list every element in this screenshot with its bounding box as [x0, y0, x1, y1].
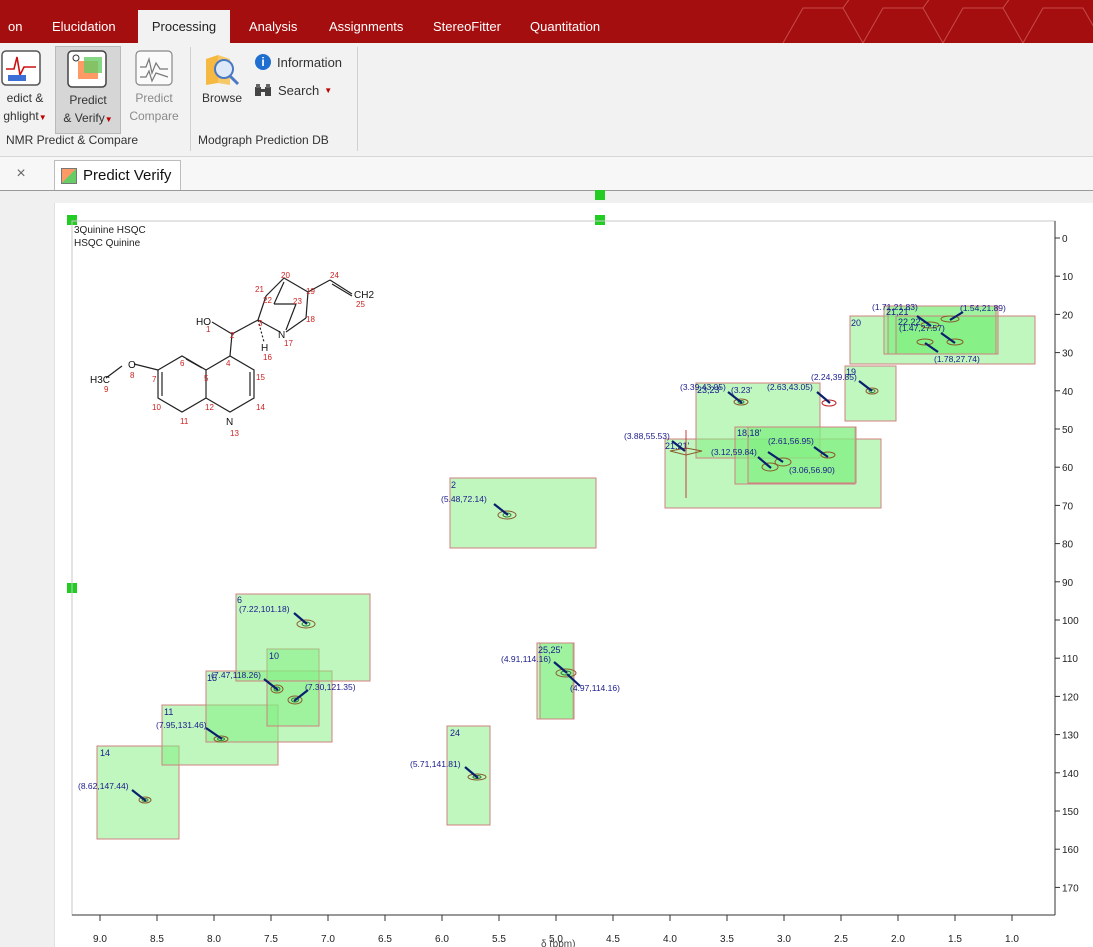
atom-number: 19: [306, 287, 315, 296]
atom-number: 18: [306, 315, 315, 324]
peak-label: (3.23': [731, 385, 752, 395]
peak-label: (3.39,43.05): [680, 382, 726, 392]
peak-label: (2.24,39.85): [811, 372, 857, 382]
box-label: 10: [269, 651, 279, 661]
x-tick-label: 3.5: [720, 934, 734, 945]
atom-number: 12: [205, 403, 214, 412]
peak-label: (7.47,118.26): [211, 670, 261, 680]
y-axis-ticks: 0 10 20 30 40 50 60 70 80 90 100 110 120 130 140 150 160…: [1055, 234, 1079, 894]
x-tick-label: 4.5: [606, 934, 620, 945]
x-tick-label: 7.5: [264, 934, 278, 945]
y-tick-label: 70: [1062, 501, 1074, 512]
peak-label: (1.71,21.83): [872, 302, 918, 312]
y-tick-label: 100: [1062, 616, 1079, 627]
x-axis-label: δ (ppm): [541, 939, 575, 947]
y-tick-label: 140: [1062, 769, 1079, 780]
y-tick-label: 30: [1062, 349, 1074, 360]
atom-number: 23: [293, 297, 302, 306]
x-tick-label: 8.0: [207, 934, 221, 945]
peak-label: (7.95,131.46): [156, 720, 207, 730]
atom-number: 25: [356, 300, 365, 309]
quinine-structure: [105, 277, 353, 413]
peak-label: (1.78,27.74): [934, 354, 980, 364]
peak-label: (7.30,121.35): [305, 682, 356, 692]
atom-number: 6: [180, 359, 185, 368]
atom-number: 24: [330, 271, 339, 280]
y-tick-label: 0: [1062, 234, 1068, 245]
x-tick-label: 4.0: [663, 934, 677, 945]
spectrum-title-2: HSQC Quinine: [74, 238, 141, 249]
atom-number: 1: [206, 325, 211, 334]
x-tick-label: 3.0: [777, 934, 791, 945]
y-tick-label: 60: [1062, 463, 1074, 474]
spectrum-title-1: 3Quinine HSQC: [74, 225, 146, 236]
x-tick-label: 2.5: [834, 934, 848, 945]
box-label: 14: [100, 748, 110, 758]
x-tick-label: 6.5: [378, 934, 392, 945]
box-label: 24: [450, 728, 460, 738]
atom-o-methoxy: O: [128, 360, 136, 371]
atom-number: 4: [226, 359, 231, 368]
atom-number: 9: [104, 385, 109, 394]
box-label: 18,18': [737, 428, 762, 438]
atom-number: 21: [255, 285, 264, 294]
atom-number: 20: [281, 271, 290, 280]
atom-number: 22: [263, 296, 272, 305]
y-tick-label: 40: [1062, 387, 1074, 398]
atom-number: 7: [152, 375, 157, 384]
peak-label: (1.47,27.57): [899, 323, 945, 333]
atom-number: 3: [258, 319, 263, 328]
y-tick-label: 110: [1062, 654, 1078, 665]
y-tick-label: 50: [1062, 425, 1074, 436]
peak-label: (4.97,114.16): [570, 683, 620, 693]
peak-label: (3.88,55.53): [624, 431, 670, 441]
atom-number: 14: [256, 403, 265, 412]
assignment-box[interactable]: [449, 477, 597, 549]
assignment-boxes: [96, 305, 1036, 840]
x-tick-label: 2.0: [891, 934, 905, 945]
x-tick-label: 9.0: [93, 934, 107, 945]
peak-label: (4.91,114.16): [501, 654, 551, 664]
y-tick-label: 10: [1062, 272, 1074, 283]
y-tick-label: 120: [1062, 692, 1079, 703]
peak-label: (3.12,59.84): [711, 447, 757, 457]
y-tick-label: 20: [1062, 310, 1074, 321]
box-label: 11: [164, 707, 173, 717]
atom-number: 5: [204, 374, 209, 383]
box-label: 2: [451, 480, 456, 490]
box-label: 20: [851, 318, 861, 328]
peak-label: (5.71,141.81): [410, 759, 461, 769]
atom-number: 2: [230, 331, 235, 340]
x-tick-label: 6.0: [435, 934, 449, 945]
x-tick-label: 1.0: [1005, 934, 1019, 945]
x-tick-label: 1.5: [948, 934, 962, 945]
peak-label: (2.61,56.95): [768, 436, 814, 446]
atom-n-ring: N: [226, 417, 233, 428]
y-tick-label: 160: [1062, 845, 1079, 856]
y-tick-label: 80: [1062, 540, 1074, 551]
atom-number-labels: 12345678910111213141516171819202122 23242…: [104, 271, 365, 438]
atom-number: 10: [152, 403, 161, 412]
peak-label: (2.63,43.05): [767, 382, 813, 392]
y-tick-label: 130: [1062, 731, 1079, 742]
y-tick-label: 170: [1062, 883, 1079, 894]
hsqc-spectrum-plot[interactable]: 3Quinine HSQC HSQC Quinine 0102030405060…: [0, 0, 1093, 947]
atom-number: 16: [263, 353, 272, 362]
peak-label: (1.54,21.89): [960, 303, 1006, 313]
peak-label: (5.48,72.14): [441, 494, 487, 504]
peak-label: (3.06,56.90): [789, 465, 835, 475]
atom-number: 17: [284, 339, 293, 348]
atom-number: 15: [256, 373, 265, 382]
structure-atom-labels: HO O H3C N N H CH2: [90, 290, 374, 428]
x-tick-label: 8.5: [150, 934, 164, 945]
peak-label: (7.22,101.18): [239, 604, 290, 614]
y-tick-label: 90: [1062, 578, 1074, 589]
atom-number: 13: [230, 429, 239, 438]
x-tick-label: 5.5: [492, 934, 506, 945]
y-tick-label: 150: [1062, 807, 1079, 818]
x-tick-label: 7.0: [321, 934, 335, 945]
peak-label: (8.62,147.44): [78, 781, 129, 791]
atom-number: 11: [180, 417, 189, 426]
atom-number: 8: [130, 371, 135, 380]
